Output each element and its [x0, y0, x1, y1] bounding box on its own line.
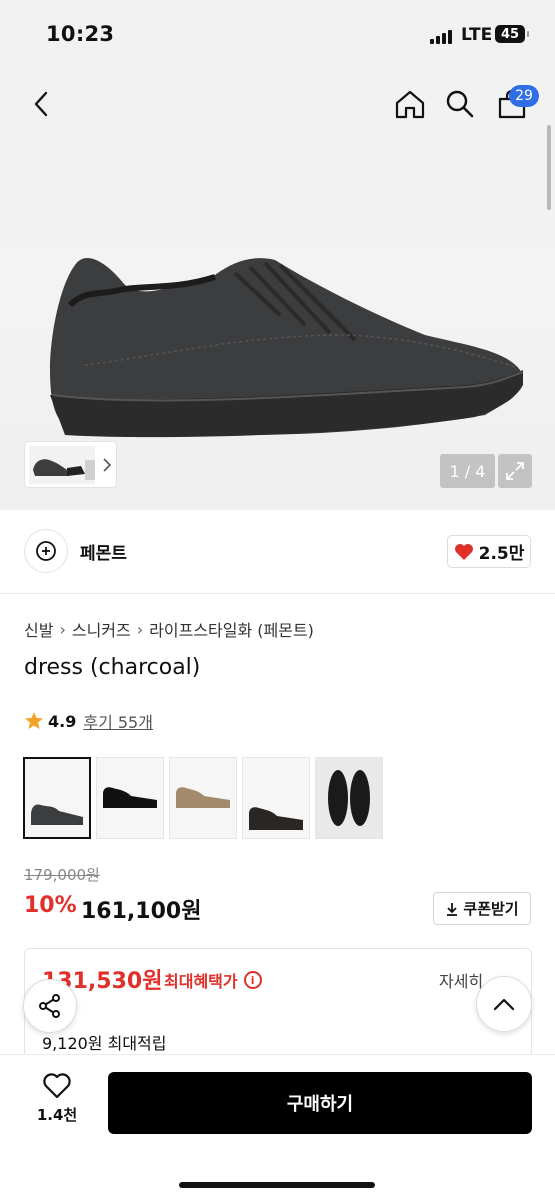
home-icon	[395, 90, 425, 119]
chevron-right-icon: ›	[59, 619, 66, 639]
wishlist-count: 1.4천	[36, 1106, 78, 1124]
chevron-right-icon: ›	[136, 619, 144, 639]
search-icon	[446, 90, 474, 118]
rating-row: 4.9 후기 55개	[24, 709, 153, 733]
original-price: 179,000원	[24, 866, 100, 884]
color-swatches	[23, 757, 383, 839]
signal-icon	[430, 30, 454, 44]
product-image	[50, 257, 524, 438]
brand-name[interactable]: 페몬트	[80, 539, 127, 564]
battery-icon: 45	[495, 25, 529, 43]
buy-button[interactable]: 구매하기	[108, 1072, 532, 1134]
scroll-indicator	[547, 125, 551, 210]
chevron-up-icon	[493, 998, 515, 1011]
share-button[interactable]	[23, 979, 77, 1033]
network-label: LTE	[461, 25, 493, 45]
swatch-beige[interactable]	[169, 757, 237, 839]
search-button[interactable]	[441, 84, 479, 124]
star-icon	[25, 712, 43, 729]
heart-outline-icon	[43, 1073, 71, 1099]
status-bar: 10:23 LTE 45	[0, 0, 555, 70]
brand-logo[interactable]	[24, 529, 68, 573]
breadcrumb-item[interactable]: 신발	[24, 617, 53, 641]
swatch-black-leather[interactable]	[315, 757, 383, 839]
chevron-right-icon	[103, 457, 112, 472]
scroll-top-button[interactable]	[476, 976, 532, 1032]
brand-row: 페몬트 2.5만	[0, 512, 555, 594]
best-price-label-text: 최대혜택가	[164, 972, 238, 991]
product-gallery[interactable]: 10:23 LTE 45 29 1 / 4	[0, 0, 555, 510]
thumbnail-strip[interactable]	[24, 441, 117, 488]
back-button[interactable]	[24, 86, 58, 122]
max-points: 9,120원 최대적립	[42, 1034, 167, 1053]
best-price-label: 최대혜택가 i	[164, 968, 262, 992]
coupon-button[interactable]: 쿠폰받기	[433, 892, 531, 925]
brand-logo-icon	[36, 541, 56, 561]
home-button[interactable]	[391, 84, 429, 124]
breadcrumb-item[interactable]: 라이프스타일화 (페몬트)	[149, 617, 314, 641]
expand-icon	[506, 462, 524, 480]
rating-score: 4.9	[48, 711, 77, 731]
swatch-black[interactable]	[96, 757, 164, 839]
download-icon	[447, 902, 458, 916]
product-title: dress (charcoal)	[24, 655, 201, 680]
info-icon[interactable]: i	[243, 971, 262, 989]
cart-count-badge: 29	[509, 85, 539, 107]
brand-like-count: 2.5만	[478, 544, 525, 564]
discount-rate: 10%	[24, 893, 77, 918]
chevron-left-icon	[34, 91, 48, 117]
heart-filled-icon	[454, 543, 473, 560]
detail-link[interactable]: 자세히	[439, 968, 483, 992]
image-counter: 1 / 4	[440, 454, 495, 488]
thumbnail-image	[29, 445, 95, 484]
brand-like-button[interactable]: 2.5만	[447, 535, 531, 568]
status-time: 10:23	[46, 22, 115, 46]
wishlist-button[interactable]: 1.4천	[24, 1072, 90, 1125]
breadcrumb-item[interactable]: 스니커즈	[72, 617, 131, 641]
swatch-charcoal[interactable]	[23, 757, 91, 839]
share-icon	[39, 994, 60, 1018]
coupon-label: 쿠폰받기	[463, 900, 519, 918]
home-indicator	[179, 1182, 375, 1188]
reviews-link[interactable]: 후기 55개	[83, 709, 153, 733]
expand-button[interactable]	[498, 454, 532, 488]
sale-price: 161,100원	[81, 899, 202, 924]
swatch-dark-brown[interactable]	[242, 757, 310, 839]
breadcrumb: 신발 › 스니커즈 › 라이프스타일화 (페몬트)	[24, 617, 314, 641]
